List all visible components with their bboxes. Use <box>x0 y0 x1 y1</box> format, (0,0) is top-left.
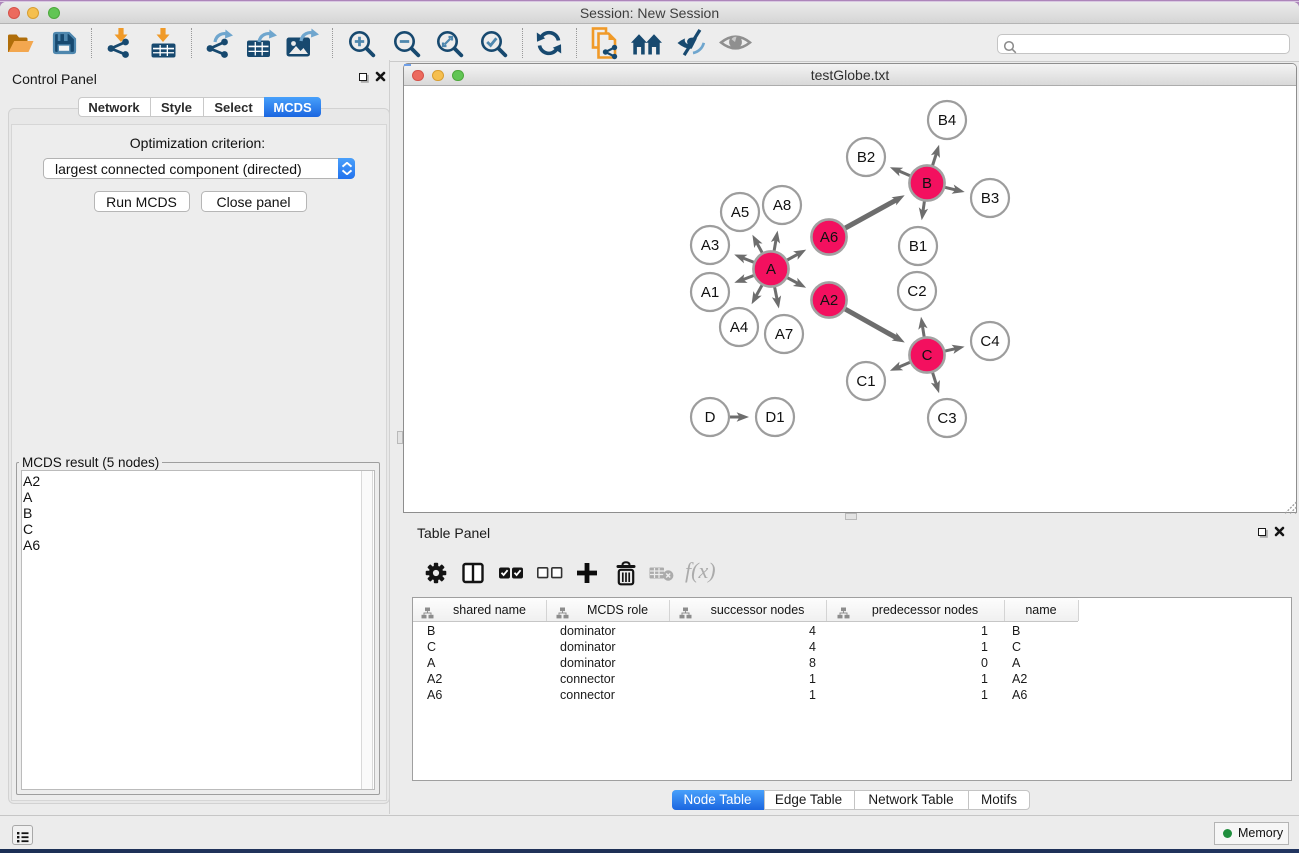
svg-text:C4: C4 <box>980 333 999 350</box>
svg-text:D1: D1 <box>765 409 784 426</box>
svg-text:A1: A1 <box>701 284 719 301</box>
svg-text:A3: A3 <box>701 237 719 254</box>
svg-text:A2: A2 <box>820 292 838 309</box>
svg-text:A: A <box>766 261 776 278</box>
svg-text:A7: A7 <box>775 326 793 343</box>
svg-text:B2: B2 <box>857 149 875 166</box>
svg-text:A5: A5 <box>731 204 749 221</box>
svg-text:B: B <box>922 175 932 192</box>
svg-text:A6: A6 <box>820 229 838 246</box>
svg-text:B3: B3 <box>981 190 999 207</box>
svg-text:B4: B4 <box>938 112 956 129</box>
svg-text:C: C <box>922 347 933 364</box>
svg-text:A8: A8 <box>773 197 791 214</box>
svg-text:C3: C3 <box>937 410 956 427</box>
svg-text:A4: A4 <box>730 319 748 336</box>
svg-text:C2: C2 <box>907 283 926 300</box>
svg-text:B1: B1 <box>909 238 927 255</box>
svg-text:C1: C1 <box>856 373 875 390</box>
svg-text:D: D <box>705 409 716 426</box>
